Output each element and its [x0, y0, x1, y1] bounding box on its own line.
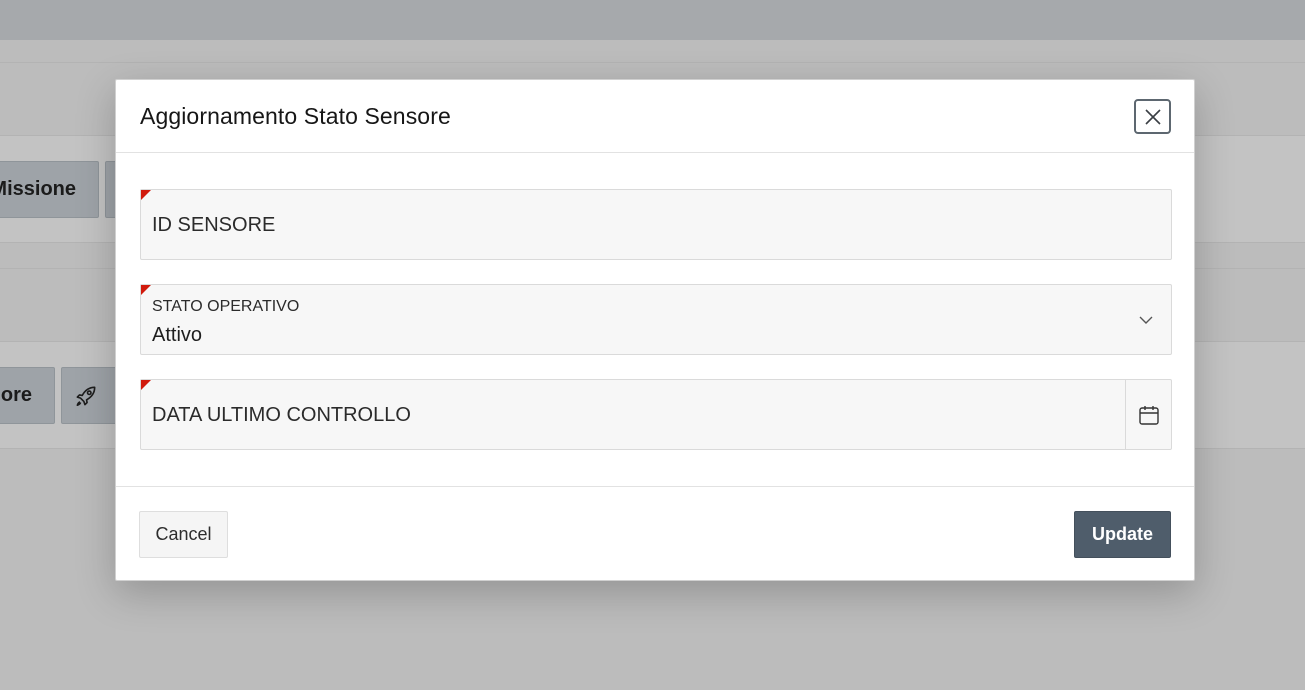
sensor-id-label: ID SENSORE: [152, 214, 276, 236]
update-button[interactable]: Update: [1074, 511, 1171, 558]
app-header: [0, 0, 1305, 40]
cancel-button[interactable]: Cancel: [139, 511, 228, 558]
chevron-down-icon: [1139, 316, 1153, 324]
operational-status-value: Attivo: [152, 324, 203, 346]
calendar-icon: [1138, 405, 1159, 425]
date-picker-button[interactable]: [1125, 380, 1171, 449]
dialog-title: Aggiornamento Stato Sensore: [140, 102, 451, 129]
update-sensor-dialog: Aggiornamento Stato Sensore ID SENSORE S…: [115, 79, 1195, 581]
last-check-date-field[interactable]: DATA ULTIMO CONTROLLO: [140, 379, 1172, 450]
divider: [0, 62, 1305, 63]
operational-status-select[interactable]: STATO OPERATIVO Attivo: [140, 284, 1172, 355]
close-icon: [1144, 108, 1161, 125]
last-check-date-label: DATA ULTIMO CONTROLLO: [152, 404, 411, 426]
background-rocket-button: [61, 367, 123, 424]
required-marker: [141, 380, 151, 390]
operational-status-label: STATO OPERATIVO: [152, 298, 300, 315]
dialog-header: Aggiornamento Stato Sensore: [116, 80, 1194, 153]
sensor-id-field[interactable]: ID SENSORE: [140, 189, 1172, 260]
required-marker: [141, 190, 151, 200]
background-mission-button: Missione: [0, 161, 99, 218]
close-button[interactable]: [1134, 99, 1171, 134]
dialog-footer: Cancel Update: [116, 486, 1194, 580]
background-sensor-button: ore: [0, 367, 55, 424]
rocket-icon: [76, 386, 96, 406]
required-marker: [141, 285, 151, 295]
